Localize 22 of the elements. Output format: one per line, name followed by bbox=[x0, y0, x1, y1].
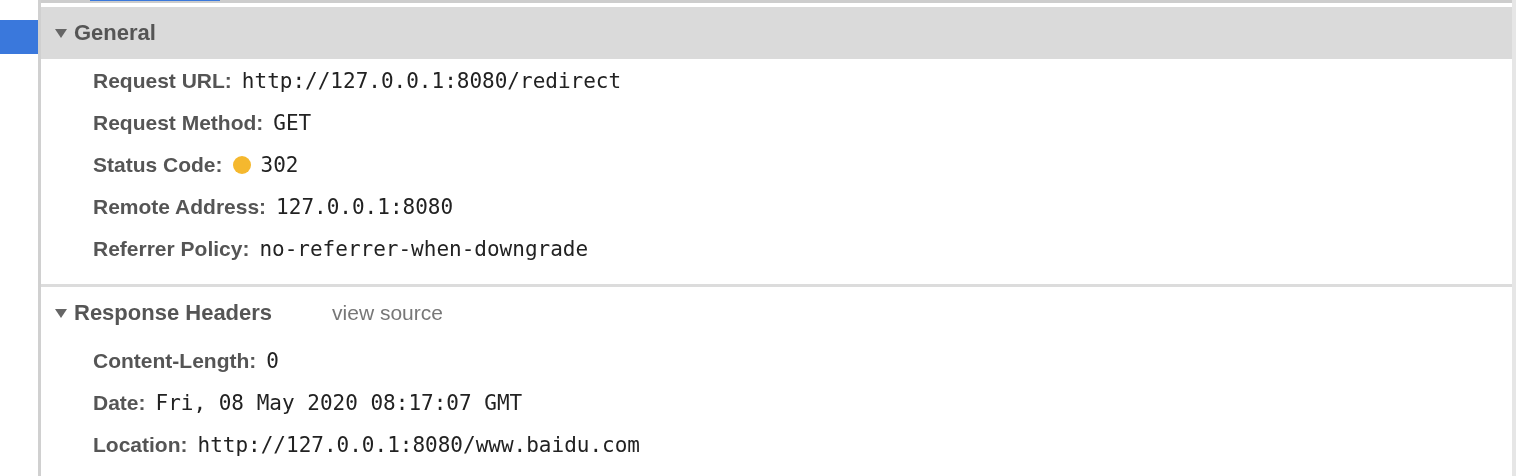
field-value: no-referrer-when-downgrade bbox=[259, 237, 589, 261]
field-label: Location: bbox=[93, 433, 188, 457]
field-label: Status Code: bbox=[93, 153, 223, 177]
disclosure-triangle-icon bbox=[55, 28, 67, 38]
field-label: Content-Length: bbox=[93, 349, 257, 373]
field-value: GET bbox=[273, 111, 312, 135]
field-label: Referrer Policy: bbox=[93, 237, 250, 261]
field-value: 0 bbox=[266, 349, 279, 373]
field-label: Request URL: bbox=[93, 69, 232, 93]
view-source-link[interactable]: view source bbox=[332, 301, 443, 325]
field-label: Date: bbox=[93, 391, 146, 415]
field-value: http://127.0.0.1:8080/redirect bbox=[241, 69, 622, 93]
section-toggle[interactable]: General bbox=[55, 20, 156, 46]
field-value: 302 bbox=[260, 153, 299, 177]
disclosure-triangle-icon bbox=[55, 308, 67, 318]
selected-row-highlight bbox=[0, 20, 38, 54]
field-label: Request Method: bbox=[93, 111, 264, 135]
field-value: 127.0.0.1:8080 bbox=[276, 195, 454, 219]
field-value: http://127.0.0.1:8080/www.baidu.com bbox=[197, 433, 640, 457]
field-label: Remote Address: bbox=[93, 195, 267, 219]
section-toggle[interactable]: Response Headers bbox=[55, 300, 273, 326]
field-value: Fri, 08 May 2020 08:17:07 GMT bbox=[155, 391, 523, 415]
